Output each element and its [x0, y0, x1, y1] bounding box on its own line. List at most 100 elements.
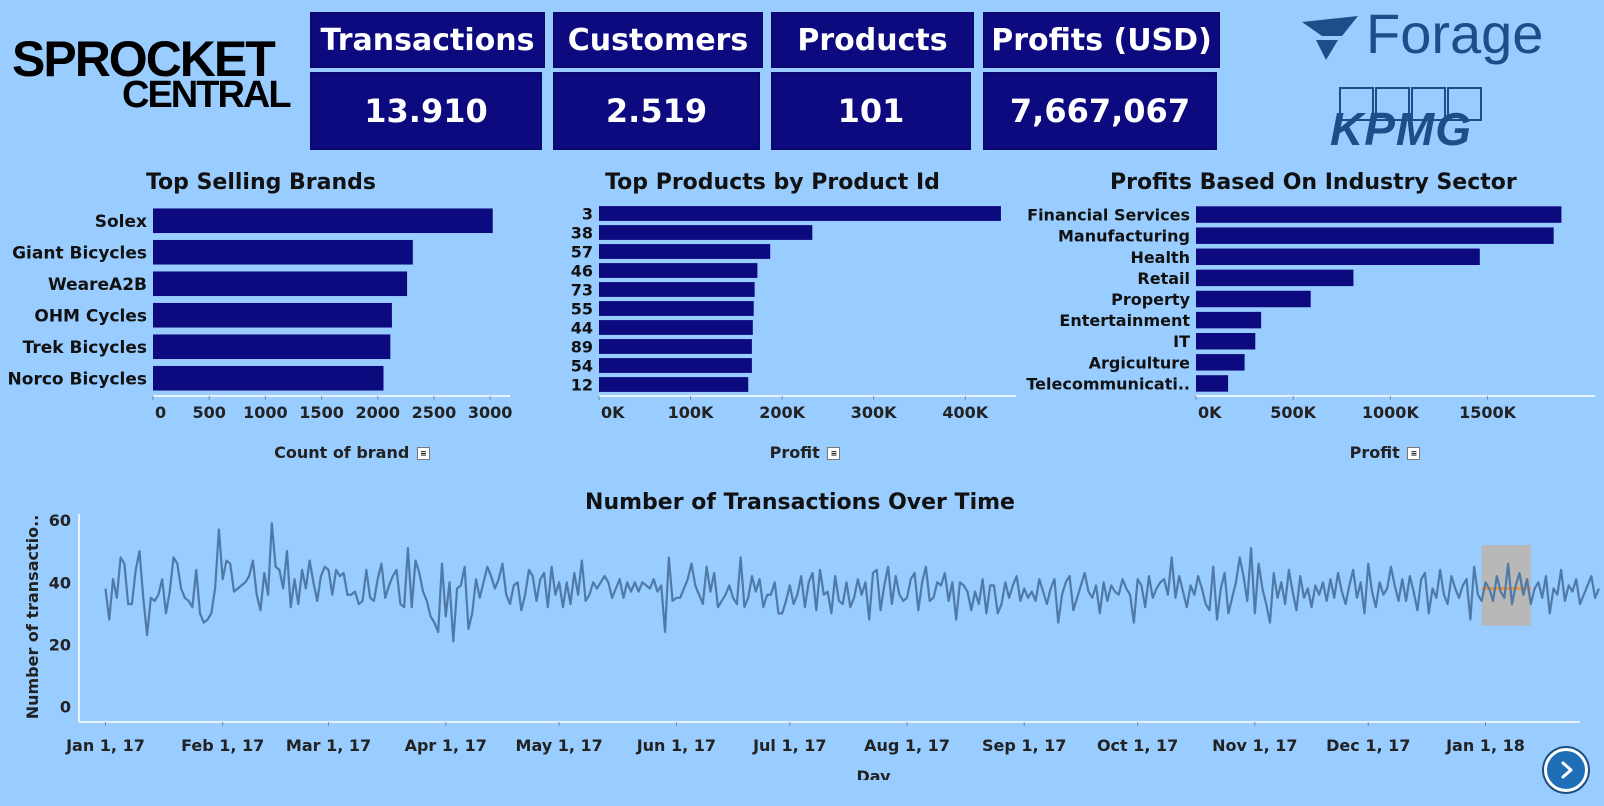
brands-category-label: Trek Bicycles [23, 338, 147, 358]
industry-bar[interactable] [1196, 269, 1354, 287]
brands-bar[interactable] [153, 239, 413, 265]
brands-category-label: Solex [95, 212, 147, 232]
industry-bar[interactable] [1196, 290, 1311, 308]
transactions-x-tick-label: Jun 1, 17 [636, 736, 716, 755]
transactions-x-tick-label: Nov 1, 17 [1212, 736, 1297, 755]
industry-category-label: Financial Services [1027, 206, 1190, 225]
brands-x-axis-title-text: Count of brand [274, 443, 410, 462]
brands-tick-label: 1500 [299, 403, 344, 422]
brands-bar[interactable] [153, 365, 384, 391]
industry-tick-label: 1500K [1459, 403, 1517, 422]
brands-tick-label: 1000 [243, 403, 288, 422]
products-bar[interactable] [599, 206, 1001, 221]
products-bar[interactable] [599, 225, 813, 240]
sort-icon[interactable]: ≡ [1407, 447, 1421, 460]
transactions-y-tick-label: 0 [60, 697, 71, 716]
transactions-x-tick-label: Oct 1, 17 [1097, 736, 1178, 755]
transactions-x-tick-label: May 1, 17 [516, 736, 603, 755]
brands-bar[interactable] [153, 334, 391, 360]
forage-wordmark: Forage [1366, 2, 1544, 65]
kpi-products-value: 101 [771, 72, 971, 150]
transactions-series-line[interactable] [104, 522, 1600, 643]
kpmg-wordmark: KPMG [1330, 103, 1472, 155]
industry-tick-label: 500K [1270, 403, 1316, 422]
industry-category-label: IT [1173, 332, 1190, 351]
industry-bar[interactable] [1196, 206, 1562, 223]
kpi-customers-value: 2.519 [553, 72, 760, 150]
industry-bar[interactable] [1196, 354, 1245, 371]
industry-x-axis-title: Profit ≡ [1310, 443, 1460, 462]
next-page-button[interactable] [1544, 748, 1588, 792]
products-category-label: 12 [571, 376, 593, 395]
kpi-transactions-label: Transactions [310, 12, 545, 68]
products-bar[interactable] [599, 244, 771, 259]
forage-mark-icon [1302, 16, 1358, 60]
products-x-axis-title-text: Profit [769, 443, 820, 462]
products-tick-label: 200K [759, 403, 805, 422]
chart-title-brands: Top Selling Brands [145, 170, 377, 195]
industry-category-label: Argiculture [1089, 353, 1191, 372]
industry-category-label: Health [1130, 248, 1190, 267]
top-selling-brands-chart: Solex Giant Bicycles WeareA2B OHM Cycles Tre… [8, 208, 513, 422]
industry-bar[interactable] [1196, 375, 1229, 392]
products-category-label: 3 [582, 205, 593, 224]
products-bar[interactable] [599, 282, 755, 297]
chevron-right-icon [1561, 761, 1573, 779]
products-bar[interactable] [599, 320, 753, 335]
transactions-y-tick-label: 40 [49, 573, 71, 592]
industry-bar[interactable] [1196, 311, 1262, 329]
products-bar[interactable] [599, 339, 752, 354]
forage-logo: Forage [1298, 6, 1543, 84]
transactions-x-tick-label: Jan 1, 18 [1445, 736, 1525, 755]
transactions-x-tick-label: Mar 1, 17 [286, 736, 371, 755]
sort-icon[interactable]: ≡ [416, 447, 430, 460]
brands-bar[interactable] [153, 302, 392, 328]
industry-tick-label: 1000K [1362, 403, 1420, 422]
industry-tick-label: 0K [1198, 403, 1222, 422]
transactions-y-tick-label: 60 [49, 511, 71, 530]
brands-tick-label: 2000 [355, 403, 400, 422]
industry-category-label: Telecommunicati.. [1026, 374, 1190, 393]
kpi-products-label: Products [771, 12, 974, 68]
products-bar[interactable] [599, 301, 754, 316]
brands-x-axis-title: Count of brand ≡ [252, 443, 452, 462]
sort-icon[interactable]: ≡ [827, 447, 841, 460]
industry-bar[interactable] [1196, 248, 1480, 266]
chart-title-industry: Profits Based On Industry Sector [1110, 170, 1517, 195]
industry-bar[interactable] [1196, 227, 1554, 244]
products-category-label: 46 [571, 262, 593, 281]
products-category-label: 44 [571, 319, 593, 338]
brands-tick-label: 0 [155, 403, 166, 422]
brands-category-label: Giant Bicycles [12, 243, 147, 263]
transactions-over-time-chart: 0 20 40 60 Jan 1, 17 Feb 1, 17 Mar 1, 17 Apr 1,… [23, 511, 1600, 780]
industry-bar[interactable] [1196, 332, 1256, 350]
transactions-x-axis-title: Day [856, 767, 891, 780]
industry-category-label: Manufacturing [1058, 227, 1190, 246]
sprocket-central-logo: SPROCKET CENTRAL [12, 30, 292, 116]
kpi-transactions-value: 13.910 [310, 72, 542, 150]
brands-category-label: OHM Cycles [34, 306, 147, 326]
products-category-label: 57 [571, 243, 593, 262]
products-bar[interactable] [599, 263, 758, 278]
products-tick-label: 0K [601, 403, 625, 422]
transactions-y-axis-title: Number of transactio.. [23, 515, 42, 720]
transactions-x-tick-label: Sep 1, 17 [982, 736, 1066, 755]
products-category-label: 89 [571, 338, 593, 357]
products-bar[interactable] [599, 377, 749, 392]
brands-category-label: WeareA2B [48, 275, 147, 295]
kpmg-logo: KPMG [1330, 86, 1490, 152]
products-category-label: 38 [571, 224, 593, 243]
brands-bar[interactable] [153, 208, 493, 234]
brands-bar[interactable] [153, 271, 408, 297]
brands-category-label: Norco Bicycles [8, 369, 147, 389]
products-category-label: 73 [571, 281, 593, 300]
transactions-x-tick-label: Apr 1, 17 [405, 736, 487, 755]
chart-title-products: Top Products by Product Id [605, 170, 940, 195]
industry-category-label: Property [1111, 290, 1190, 309]
transactions-x-tick-label: Dec 1, 17 [1326, 736, 1410, 755]
top-products-chart: 3385746735544895412 0K 100K 200K 300K 400K [571, 205, 1016, 422]
products-bar[interactable] [599, 358, 752, 373]
kpi-customers-label: Customers [553, 12, 763, 68]
brands-tick-label: 3000 [468, 403, 513, 422]
products-category-label: 54 [571, 357, 593, 376]
